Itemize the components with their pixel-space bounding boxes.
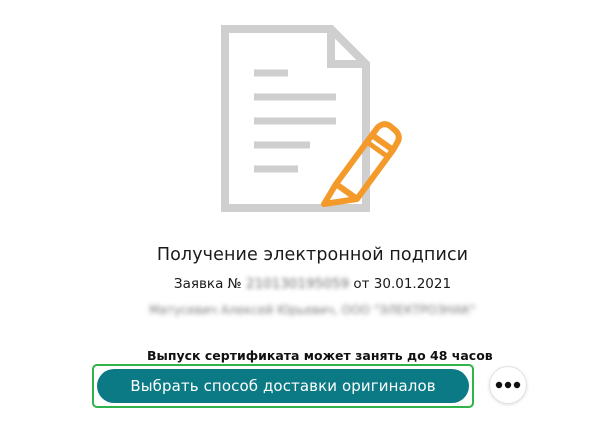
signature-request-screen: Получение электронной подписи Заявка № 2… xyxy=(0,0,595,433)
more-options-button[interactable] xyxy=(489,366,527,404)
document-with-pencil-icon xyxy=(221,25,402,212)
request-info: Заявка № 210130195059 от 30.01.2021 xyxy=(0,276,595,292)
issuance-notice: Выпуск сертификата может занять до 48 ча… xyxy=(147,348,493,363)
more-dots-icon xyxy=(495,381,521,389)
request-number: 210130195059 xyxy=(245,276,350,292)
request-date-prefix: от xyxy=(353,276,370,292)
request-date: 30.01.2021 xyxy=(373,276,452,292)
pencil-icon xyxy=(321,121,402,207)
choose-delivery-label: Выбрать способ доставки оригиналов xyxy=(130,377,436,395)
page-title: Получение электронной подписи xyxy=(156,245,469,265)
request-prefix: Заявка № xyxy=(173,276,242,292)
choose-delivery-button[interactable]: Выбрать способ доставки оригиналов xyxy=(97,369,469,403)
applicant-name: Матусевич Алексей Юрьевич, ООО "ЭЛЕКТРОЗ… xyxy=(149,303,476,317)
primary-button-highlight: Выбрать способ доставки оригиналов xyxy=(92,364,474,408)
document-icon xyxy=(221,25,370,212)
